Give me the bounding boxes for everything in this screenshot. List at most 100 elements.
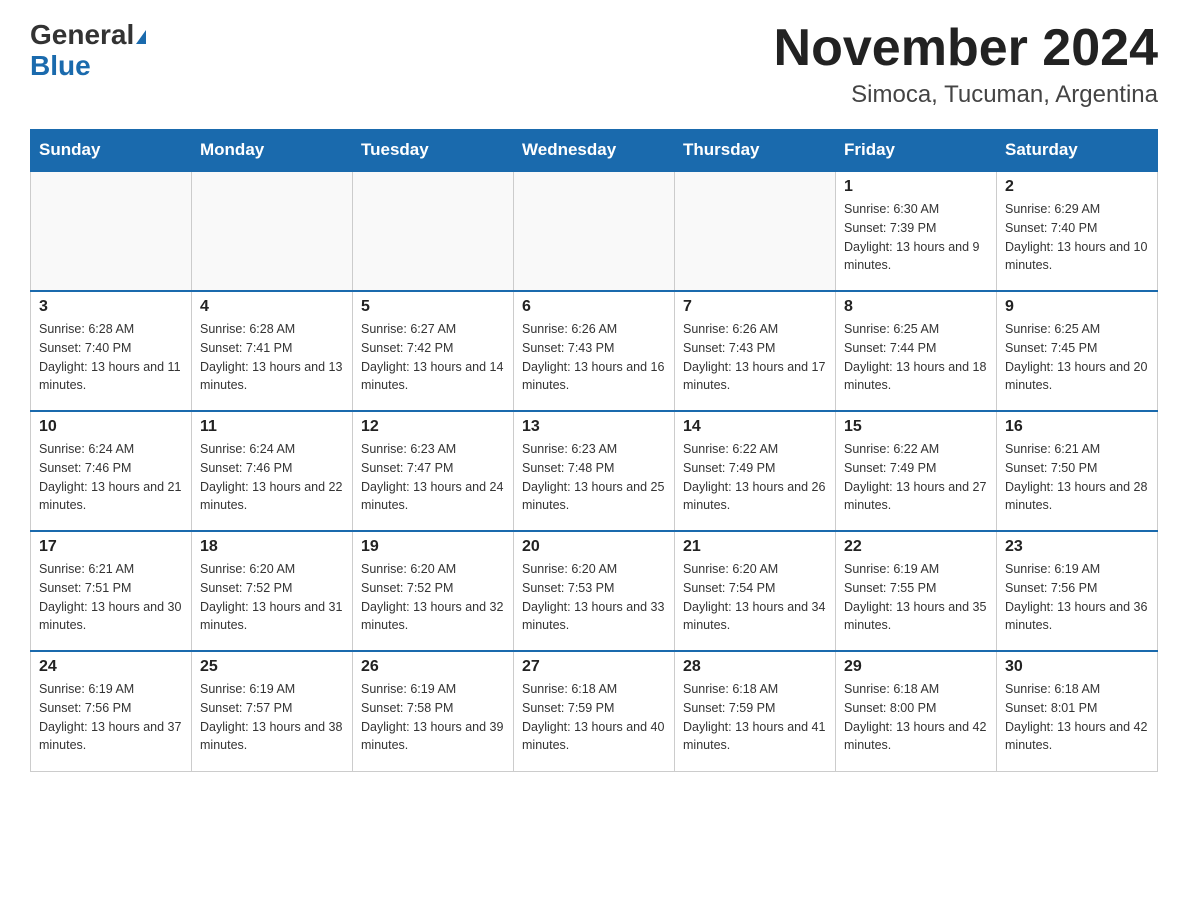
day-number: 14 [683, 418, 827, 436]
day-number: 29 [844, 658, 988, 676]
day-number: 19 [361, 538, 505, 556]
day-number: 16 [1005, 418, 1149, 436]
day-info: Sunrise: 6:24 AM Sunset: 7:46 PM Dayligh… [39, 440, 183, 515]
day-number: 3 [39, 298, 183, 316]
calendar-cell: 1 Sunrise: 6:30 AM Sunset: 7:39 PM Daylig… [836, 171, 997, 291]
day-number: 17 [39, 538, 183, 556]
day-info: Sunrise: 6:24 AM Sunset: 7:46 PM Dayligh… [200, 440, 344, 515]
calendar-cell: 27 Sunrise: 6:18 AM Sunset: 7:59 PM Dayli… [514, 651, 675, 771]
day-info: Sunrise: 6:27 AM Sunset: 7:42 PM Dayligh… [361, 320, 505, 395]
day-info: Sunrise: 6:18 AM Sunset: 8:01 PM Dayligh… [1005, 680, 1149, 755]
logo-blue-text: Blue [30, 51, 146, 82]
calendar-subtitle: Simoca, Tucuman, Argentina [774, 81, 1158, 109]
logo-triangle-icon [136, 30, 146, 44]
day-number: 10 [39, 418, 183, 436]
day-info: Sunrise: 6:19 AM Sunset: 7:58 PM Dayligh… [361, 680, 505, 755]
week-row-3: 10 Sunrise: 6:24 AM Sunset: 7:46 PM Dayli… [31, 411, 1158, 531]
day-number: 11 [200, 418, 344, 436]
page-header: General Blue November 2024 Simoca, Tucum… [30, 20, 1158, 109]
day-number: 13 [522, 418, 666, 436]
calendar-cell: 4 Sunrise: 6:28 AM Sunset: 7:41 PM Daylig… [192, 291, 353, 411]
day-info: Sunrise: 6:22 AM Sunset: 7:49 PM Dayligh… [683, 440, 827, 515]
column-header-thursday: Thursday [675, 130, 836, 172]
day-number: 1 [844, 178, 988, 196]
day-info: Sunrise: 6:28 AM Sunset: 7:40 PM Dayligh… [39, 320, 183, 395]
calendar-cell: 23 Sunrise: 6:19 AM Sunset: 7:56 PM Dayli… [997, 531, 1158, 651]
day-number: 12 [361, 418, 505, 436]
title-block: November 2024 Simoca, Tucuman, Argentina [774, 20, 1158, 109]
calendar-cell: 24Sunrise: 6:19 AM Sunset: 7:56 PM Dayli… [31, 651, 192, 771]
day-info: Sunrise: 6:28 AM Sunset: 7:41 PM Dayligh… [200, 320, 344, 395]
day-info: Sunrise: 6:25 AM Sunset: 7:44 PM Dayligh… [844, 320, 988, 395]
calendar-cell: 16 Sunrise: 6:21 AM Sunset: 7:50 PM Dayli… [997, 411, 1158, 531]
calendar-cell: 12Sunrise: 6:23 AM Sunset: 7:47 PM Dayli… [353, 411, 514, 531]
day-number: 2 [1005, 178, 1149, 196]
calendar-cell: 30 Sunrise: 6:18 AM Sunset: 8:01 PM Dayli… [997, 651, 1158, 771]
day-number: 8 [844, 298, 988, 316]
column-header-monday: Monday [192, 130, 353, 172]
calendar-cell: 11 Sunrise: 6:24 AM Sunset: 7:46 PM Dayli… [192, 411, 353, 531]
day-number: 26 [361, 658, 505, 676]
calendar-cell [31, 171, 192, 291]
calendar-cell: 19Sunrise: 6:20 AM Sunset: 7:52 PM Dayli… [353, 531, 514, 651]
day-number: 30 [1005, 658, 1149, 676]
day-number: 23 [1005, 538, 1149, 556]
calendar-cell: 7Sunrise: 6:26 AM Sunset: 7:43 PM Daylig… [675, 291, 836, 411]
calendar-cell: 20 Sunrise: 6:20 AM Sunset: 7:53 PM Dayli… [514, 531, 675, 651]
day-info: Sunrise: 6:19 AM Sunset: 7:56 PM Dayligh… [1005, 560, 1149, 635]
column-header-friday: Friday [836, 130, 997, 172]
column-header-sunday: Sunday [31, 130, 192, 172]
calendar-cell: 5 Sunrise: 6:27 AM Sunset: 7:42 PM Daylig… [353, 291, 514, 411]
logo-general-text: General [30, 19, 134, 50]
day-number: 25 [200, 658, 344, 676]
calendar-cell [353, 171, 514, 291]
day-info: Sunrise: 6:19 AM Sunset: 7:56 PM Dayligh… [39, 680, 183, 755]
day-number: 4 [200, 298, 344, 316]
calendar-cell: 17 Sunrise: 6:21 AM Sunset: 7:51 PM Dayli… [31, 531, 192, 651]
day-number: 28 [683, 658, 827, 676]
day-info: Sunrise: 6:26 AM Sunset: 7:43 PM Dayligh… [522, 320, 666, 395]
calendar-header-row: SundayMondayTuesdayWednesdayThursdayFrid… [31, 130, 1158, 172]
day-info: Sunrise: 6:18 AM Sunset: 7:59 PM Dayligh… [522, 680, 666, 755]
day-info: Sunrise: 6:20 AM Sunset: 7:52 PM Dayligh… [200, 560, 344, 635]
day-number: 5 [361, 298, 505, 316]
calendar-cell [514, 171, 675, 291]
week-row-5: 24Sunrise: 6:19 AM Sunset: 7:56 PM Dayli… [31, 651, 1158, 771]
calendar-cell: 15 Sunrise: 6:22 AM Sunset: 7:49 PM Dayli… [836, 411, 997, 531]
logo: General Blue [30, 20, 146, 82]
day-number: 20 [522, 538, 666, 556]
day-info: Sunrise: 6:19 AM Sunset: 7:57 PM Dayligh… [200, 680, 344, 755]
day-number: 7 [683, 298, 827, 316]
day-info: Sunrise: 6:21 AM Sunset: 7:51 PM Dayligh… [39, 560, 183, 635]
calendar-cell: 29 Sunrise: 6:18 AM Sunset: 8:00 PM Dayli… [836, 651, 997, 771]
day-info: Sunrise: 6:20 AM Sunset: 7:53 PM Dayligh… [522, 560, 666, 635]
calendar-title: November 2024 [774, 20, 1158, 77]
day-info: Sunrise: 6:25 AM Sunset: 7:45 PM Dayligh… [1005, 320, 1149, 395]
column-header-wednesday: Wednesday [514, 130, 675, 172]
calendar-cell: 25 Sunrise: 6:19 AM Sunset: 7:57 PM Dayli… [192, 651, 353, 771]
day-info: Sunrise: 6:30 AM Sunset: 7:39 PM Dayligh… [844, 200, 988, 275]
day-info: Sunrise: 6:22 AM Sunset: 7:49 PM Dayligh… [844, 440, 988, 515]
week-row-4: 17 Sunrise: 6:21 AM Sunset: 7:51 PM Dayli… [31, 531, 1158, 651]
day-info: Sunrise: 6:20 AM Sunset: 7:54 PM Dayligh… [683, 560, 827, 635]
week-row-2: 3 Sunrise: 6:28 AM Sunset: 7:40 PM Daylig… [31, 291, 1158, 411]
calendar-cell: 22Sunrise: 6:19 AM Sunset: 7:55 PM Dayli… [836, 531, 997, 651]
day-number: 27 [522, 658, 666, 676]
day-number: 15 [844, 418, 988, 436]
calendar-cell: 26 Sunrise: 6:19 AM Sunset: 7:58 PM Dayli… [353, 651, 514, 771]
calendar-cell: 21 Sunrise: 6:20 AM Sunset: 7:54 PM Dayli… [675, 531, 836, 651]
calendar-cell: 8 Sunrise: 6:25 AM Sunset: 7:44 PM Daylig… [836, 291, 997, 411]
day-number: 18 [200, 538, 344, 556]
week-row-1: 1 Sunrise: 6:30 AM Sunset: 7:39 PM Daylig… [31, 171, 1158, 291]
calendar-cell [675, 171, 836, 291]
day-info: Sunrise: 6:18 AM Sunset: 8:00 PM Dayligh… [844, 680, 988, 755]
day-number: 9 [1005, 298, 1149, 316]
calendar-cell: 3 Sunrise: 6:28 AM Sunset: 7:40 PM Daylig… [31, 291, 192, 411]
day-info: Sunrise: 6:23 AM Sunset: 7:48 PM Dayligh… [522, 440, 666, 515]
calendar-cell: 28Sunrise: 6:18 AM Sunset: 7:59 PM Dayli… [675, 651, 836, 771]
day-info: Sunrise: 6:21 AM Sunset: 7:50 PM Dayligh… [1005, 440, 1149, 515]
calendar-cell: 14 Sunrise: 6:22 AM Sunset: 7:49 PM Dayli… [675, 411, 836, 531]
day-number: 21 [683, 538, 827, 556]
day-info: Sunrise: 6:19 AM Sunset: 7:55 PM Dayligh… [844, 560, 988, 635]
calendar-cell: 9 Sunrise: 6:25 AM Sunset: 7:45 PM Daylig… [997, 291, 1158, 411]
